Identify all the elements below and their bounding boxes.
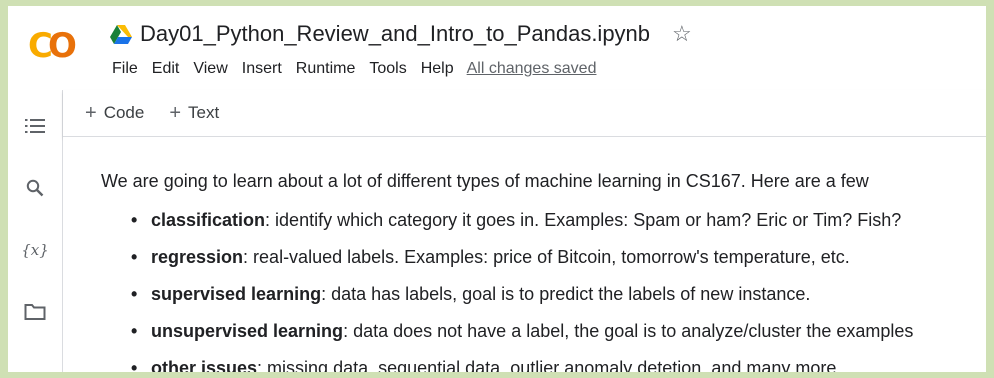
bullet-text: : identify which category it goes in. Ex… <box>265 210 902 230</box>
add-text-button[interactable]: + Text <box>169 103 219 123</box>
menu-insert[interactable]: Insert <box>235 60 289 78</box>
bullet-term: other issues <box>151 358 258 372</box>
bullet-term: regression <box>151 247 244 267</box>
google-drive-icon <box>110 25 132 44</box>
folder-icon[interactable] <box>21 298 49 326</box>
text-cell[interactable]: We are going to learn about a lot of dif… <box>63 137 986 372</box>
bullet-dot: • <box>131 321 138 341</box>
bullet-text: : missing data, sequential data, outlier… <box>257 358 842 372</box>
menu-tools[interactable]: Tools <box>362 60 413 78</box>
plus-icon: + <box>85 102 97 124</box>
plus-icon: + <box>169 102 182 124</box>
menu-runtime[interactable]: Runtime <box>289 60 363 78</box>
add-code-label: Code <box>103 103 145 122</box>
add-text-label: Text <box>188 103 220 122</box>
save-status[interactable]: All changes saved <box>467 60 597 78</box>
list-item: • supervised learning: data has labels, … <box>131 283 913 320</box>
bullet-dot: • <box>131 210 138 230</box>
left-sidebar: {x} <box>8 90 63 372</box>
bullet-term: supervised learning <box>151 284 322 304</box>
list-item: • other issues: missing data, sequential… <box>131 357 913 372</box>
menu-file[interactable]: File <box>105 60 145 78</box>
table-of-contents-icon[interactable] <box>21 112 49 140</box>
list-item: • regression: real-valued labels. Exampl… <box>131 246 913 283</box>
bullet-term: unsupervised learning <box>151 321 344 341</box>
colab-logo[interactable]: CO <box>28 28 86 64</box>
search-icon[interactable] <box>21 174 49 202</box>
bullet-text: : data does not have a label, the goal i… <box>343 321 914 341</box>
bullet-dot: • <box>131 284 138 304</box>
notebook-header: CO Day01_Python_Review_and_Intro_to_Pand… <box>8 6 986 90</box>
notebook-title[interactable]: Day01_Python_Review_and_Intro_to_Pandas.… <box>140 21 650 47</box>
variables-icon[interactable]: {x} <box>21 236 49 264</box>
list-item: • classification: identify which categor… <box>131 209 913 246</box>
intro-paragraph: We are going to learn about a lot of dif… <box>101 171 869 191</box>
bullet-text: : real-valued labels. Examples: price of… <box>243 247 850 267</box>
menu-edit[interactable]: Edit <box>145 60 187 78</box>
bullet-dot: • <box>131 247 138 267</box>
bullet-dot: • <box>131 358 138 372</box>
list-item: • unsupervised learning: data does not h… <box>131 320 913 357</box>
star-icon[interactable]: ☆ <box>672 23 692 45</box>
bullet-term: classification <box>151 210 266 230</box>
title-row: Day01_Python_Review_and_Intro_to_Pandas.… <box>110 18 692 50</box>
bullet-list: • classification: identify which categor… <box>131 209 913 372</box>
add-code-button[interactable]: + Code <box>85 103 144 123</box>
bullet-text: : data has labels, goal is to predict th… <box>321 284 811 304</box>
menu-help[interactable]: Help <box>414 60 461 78</box>
cell-toolbar: + Code + Text <box>63 90 986 137</box>
menu-bar: File Edit View Insert Runtime Tools Help… <box>105 60 596 78</box>
colab-window: CO Day01_Python_Review_and_Intro_to_Pand… <box>8 6 986 372</box>
menu-view[interactable]: View <box>186 60 234 78</box>
